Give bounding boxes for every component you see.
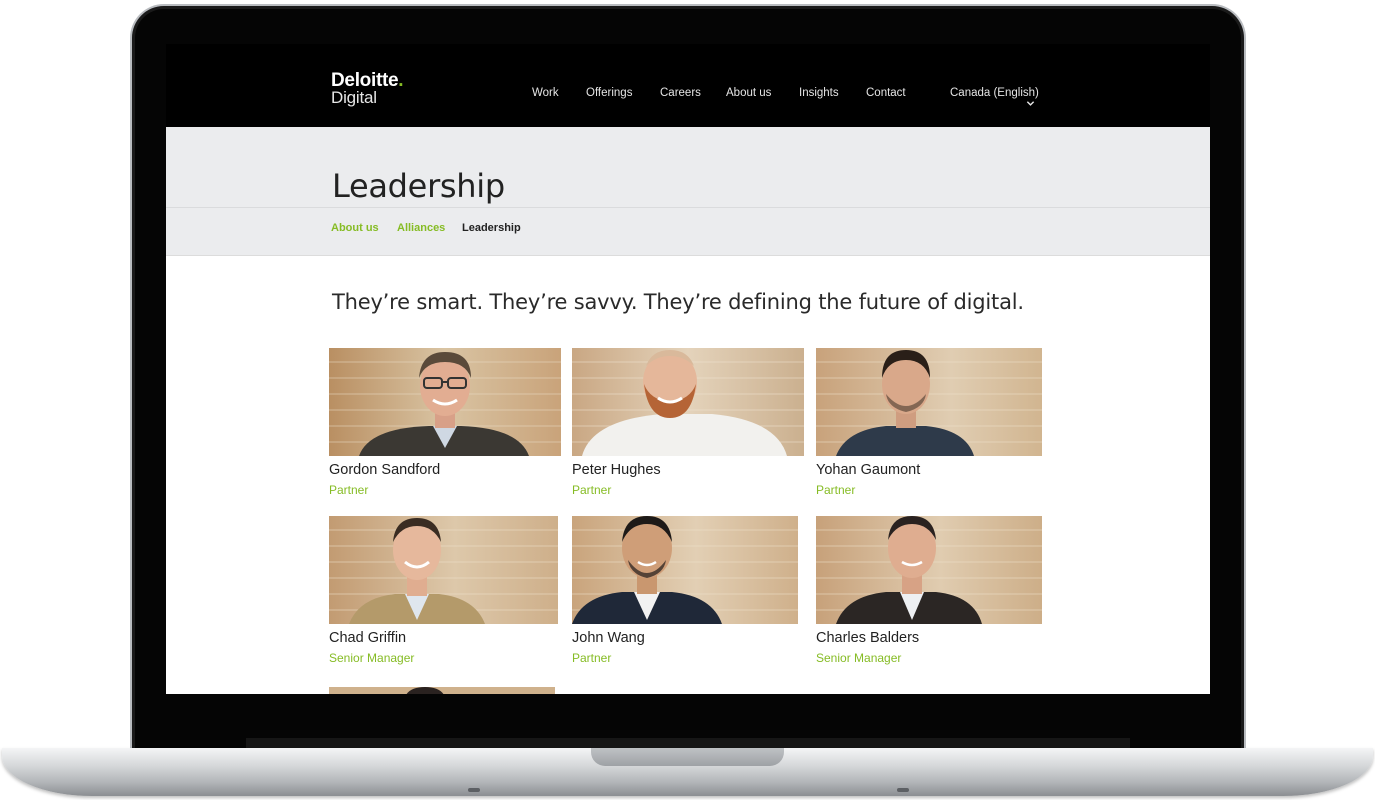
- leader-role: Partner: [329, 483, 369, 497]
- nav-item-work[interactable]: Work: [532, 87, 559, 99]
- leader-photo[interactable]: [816, 516, 1042, 624]
- breadcrumb-alliances[interactable]: Alliances: [397, 222, 445, 234]
- logo-subtitle: Digital: [331, 88, 377, 107]
- site-header: Deloitte. Digital Work Offerings Careers…: [166, 44, 1210, 127]
- breadcrumb: About us Alliances Leadership: [166, 207, 1210, 256]
- laptop-foot: [468, 788, 480, 792]
- leader-role: Partner: [572, 651, 612, 665]
- leader-name[interactable]: Chad Griffin: [329, 630, 406, 646]
- leader-photo[interactable]: [816, 348, 1042, 456]
- nav-item-careers[interactable]: Careers: [660, 87, 701, 99]
- leader-role: Partner: [816, 483, 856, 497]
- deloitte-digital-logo[interactable]: Deloitte. Digital: [331, 70, 404, 107]
- screen: Deloitte. Digital Work Offerings Careers…: [166, 44, 1210, 694]
- leader-photo[interactable]: [572, 516, 798, 624]
- breadcrumb-leadership: Leadership: [462, 222, 521, 234]
- leader-role: Partner: [572, 483, 612, 497]
- page-hero: Leadership: [166, 127, 1210, 207]
- leader-name[interactable]: Yohan Gaumont: [816, 462, 920, 478]
- page-tagline: They’re smart. They’re savvy. They’re de…: [332, 290, 1024, 314]
- leader-photo[interactable]: [329, 348, 561, 456]
- leader-role: Senior Manager: [816, 651, 902, 665]
- leader-photo[interactable]: [329, 516, 558, 624]
- leader-photo[interactable]: [329, 684, 555, 694]
- leader-photo[interactable]: [572, 348, 804, 456]
- page-title: Leadership: [332, 167, 505, 205]
- leader-name[interactable]: John Wang: [572, 630, 645, 646]
- laptop-foot: [897, 788, 909, 792]
- leader-role: Senior Manager: [329, 651, 415, 665]
- nav-item-contact[interactable]: Contact: [866, 87, 906, 99]
- nav-item-offerings[interactable]: Offerings: [586, 87, 632, 99]
- leader-name[interactable]: Charles Balders: [816, 630, 919, 646]
- leader-name[interactable]: Peter Hughes: [572, 462, 661, 478]
- laptop-notch: [591, 748, 784, 766]
- language-selector[interactable]: Canada (English): [950, 87, 1039, 99]
- logo-dot: .: [398, 70, 404, 91]
- chevron-down-icon[interactable]: [1026, 99, 1035, 108]
- nav-item-insights[interactable]: Insights: [799, 87, 839, 99]
- leader-name[interactable]: Gordon Sandford: [329, 462, 440, 478]
- nav-item-about-us[interactable]: About us: [726, 87, 771, 99]
- breadcrumb-about-us[interactable]: About us: [331, 222, 379, 234]
